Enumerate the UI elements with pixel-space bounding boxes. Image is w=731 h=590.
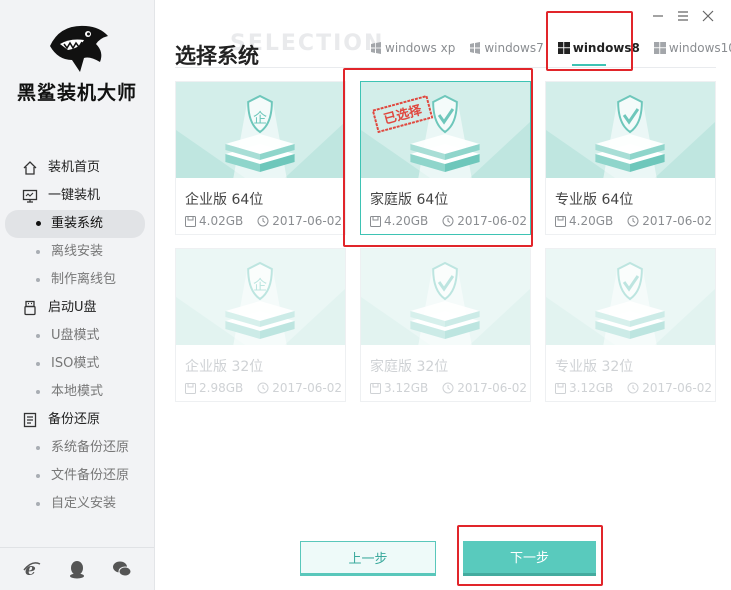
monitor-icon [22, 189, 38, 203]
sidebar-footer: e [0, 547, 154, 590]
system-name: 企业版 64位 [185, 192, 264, 208]
sidebar-item-file-backup[interactable]: 文件备份还原 [0, 462, 154, 490]
sidebar-group-boot-usb[interactable]: 启动U盘 [0, 294, 154, 322]
system-meta: 3.12GB 2017-06-02 [555, 381, 712, 395]
close-icon[interactable] [700, 8, 716, 24]
system-card[interactable]: 企 企业版 32位 2.98GB 2017-06-02 [175, 248, 346, 402]
page-title: 选择系统 [175, 44, 259, 68]
app-name: 黑鲨装机大师 [16, 82, 137, 104]
clock-icon [442, 382, 454, 394]
sidebar-group-label: 一键装机 [48, 188, 101, 203]
system-thumbnail: 企 [176, 82, 345, 178]
card-highlight-box [343, 68, 533, 247]
sidebar-item-label: 装机首页 [48, 160, 101, 175]
tab-highlight-box [546, 11, 633, 71]
windows10-icon [653, 42, 666, 54]
badge-text: 企 [253, 277, 267, 294]
sidebar-group-backup-restore[interactable]: 备份还原 [0, 406, 154, 434]
sidebar-nav: 装机首页 一键装机 重装系统 离线安装 制作离线包 启动U盘 U盘模式 ISO模… [0, 154, 154, 518]
disk-icon [555, 382, 566, 394]
wechat-icon[interactable] [111, 558, 133, 580]
system-meta: 4.20GB 2017-06-02 [555, 214, 712, 228]
sidebar: 黑鲨装机大师 装机首页 一键装机 重装系统 离线安装 制作离线包 启动U盘 U盘… [0, 0, 155, 590]
system-date: 2017-06-02 [257, 381, 342, 395]
system-thumbnail: 企 [176, 249, 345, 345]
usb-icon [24, 300, 36, 316]
system-meta: 2.98GB 2017-06-02 [185, 381, 342, 395]
system-card[interactable]: 专业版 64位 4.20GB 2017-06-02 [545, 81, 716, 235]
system-name: 企业版 32位 [185, 359, 264, 375]
disk-icon [370, 382, 381, 394]
sidebar-item-home[interactable]: 装机首页 [0, 154, 154, 182]
next-step-button[interactable]: 下一步 [463, 541, 596, 576]
sidebar-group-label: 启动U盘 [48, 300, 97, 315]
system-card[interactable]: 企 企业版 64位 4.02GB 2017-06-02 [175, 81, 346, 235]
qq-icon[interactable] [66, 558, 88, 580]
tab-windows7[interactable]: windows7 [469, 38, 544, 58]
tab-windows-xp[interactable]: windows xp [370, 38, 455, 58]
shark-logo-icon [50, 25, 108, 72]
disk-icon [185, 215, 196, 227]
clock-icon [257, 382, 269, 394]
system-thumbnail [361, 249, 530, 345]
system-meta: 4.02GB 2017-06-02 [185, 214, 342, 228]
badge-text: 企 [253, 110, 267, 127]
system-date: 2017-06-02 [442, 381, 527, 395]
system-date: 2017-06-02 [257, 214, 342, 228]
sidebar-item-make-offline-package[interactable]: 制作离线包 [0, 266, 154, 294]
system-thumbnail [546, 249, 715, 345]
app-logo: 黑鲨装机大师 [0, 0, 154, 120]
sidebar-item-reinstall[interactable]: 重装系统 [5, 210, 145, 238]
windows-xp-icon [371, 42, 381, 54]
minimize-icon[interactable] [650, 8, 666, 24]
sidebar-item-system-backup[interactable]: 系统备份还原 [0, 434, 154, 462]
system-thumbnail [546, 82, 715, 178]
clock-icon [257, 215, 269, 227]
clock-icon [627, 215, 639, 227]
system-size: 3.12GB [370, 381, 428, 395]
clock-icon [627, 382, 639, 394]
sidebar-item-usb-mode[interactable]: U盘模式 [0, 322, 154, 350]
sidebar-item-local-mode[interactable]: 本地模式 [0, 378, 154, 406]
system-size: 3.12GB [555, 381, 613, 395]
system-size: 4.02GB [185, 214, 243, 228]
menu-icon[interactable] [675, 8, 691, 24]
tab-windows10[interactable]: windows10 [653, 38, 731, 58]
sidebar-item-iso-mode[interactable]: ISO模式 [0, 350, 154, 378]
disk-icon [555, 215, 566, 227]
system-card[interactable]: 家庭版 32位 3.12GB 2017-06-02 [360, 248, 531, 402]
sidebar-group-one-click-install[interactable]: 一键装机 [0, 182, 154, 210]
system-name: 家庭版 32位 [370, 359, 449, 375]
system-card[interactable]: 专业版 32位 3.12GB 2017-06-02 [545, 248, 716, 402]
system-size: 2.98GB [185, 381, 243, 395]
ie-icon[interactable]: e [21, 558, 43, 580]
system-size: 4.20GB [555, 214, 613, 228]
home-icon [23, 161, 37, 175]
system-name: 专业版 32位 [555, 359, 634, 375]
system-date: 2017-06-02 [627, 381, 712, 395]
sidebar-group-label: 备份还原 [48, 412, 101, 427]
disk-icon [185, 382, 196, 394]
system-meta: 3.12GB 2017-06-02 [370, 381, 527, 395]
sidebar-item-offline-install[interactable]: 离线安装 [0, 238, 154, 266]
windows7-icon [470, 42, 481, 54]
backup-icon [23, 412, 37, 428]
system-name: 专业版 64位 [555, 192, 634, 208]
system-date: 2017-06-02 [627, 214, 712, 228]
prev-step-button[interactable]: 上一步 [300, 541, 436, 576]
sidebar-item-custom-install[interactable]: 自定义安装 [0, 490, 154, 518]
